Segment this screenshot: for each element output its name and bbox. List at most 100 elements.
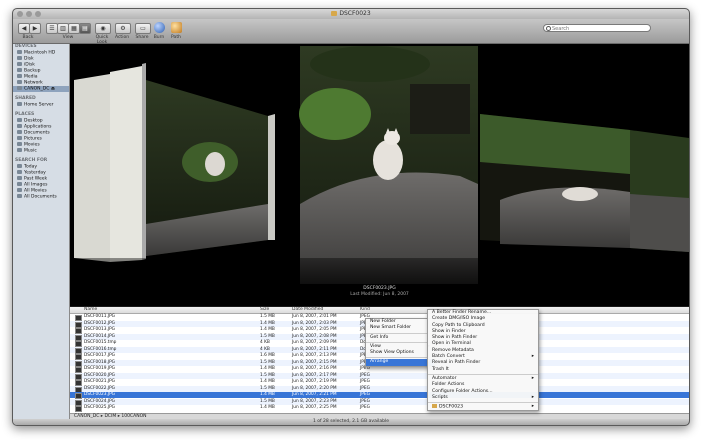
menu-item-show-view-options[interactable]: Show View Options [366, 350, 434, 356]
chevron-right-icon: ▸ [531, 404, 534, 410]
list-header: Name Size Date Modified Kind [70, 307, 689, 314]
cell-date: Jun 8, 2007, 2:15 PM [292, 359, 337, 365]
column-kind[interactable]: Kind [360, 307, 370, 313]
clock-icon [17, 164, 22, 168]
cell-date: Jun 8, 2007, 2:05 PM [292, 327, 337, 332]
cell-name: DSCF0020.JPG [84, 372, 115, 378]
cell-size: 4 KB [260, 340, 270, 345]
action-button[interactable]: ⚙ [115, 23, 131, 34]
column-name[interactable]: Name [84, 307, 97, 313]
eject-icon[interactable]: ⏏ [49, 87, 55, 92]
table-row[interactable]: DSCF0020.JPG 1.5 MB Jun 8, 2007, 2:17 PM JP… [70, 372, 689, 380]
quicklook-button[interactable]: ◉ [95, 23, 111, 34]
menu-item-new-smart-folder[interactable]: New Smart Folder [366, 325, 434, 331]
cell-date: Jun 8, 2007, 2:23 PM [292, 398, 337, 404]
table-row[interactable]: DSCF0023.JPG 1.4 MB Jun 8, 2007, 2:21 PM JP… [70, 392, 689, 399]
folder-icon [432, 404, 437, 409]
search-icon [546, 26, 551, 31]
cell-name: DSCF0011.JPG [84, 314, 115, 319]
cover-subtitle: Last Modified: Jun 8, 2007 [350, 292, 409, 297]
cell-size: 1.5 MB [260, 359, 275, 365]
cell-size: 1.4 MB [260, 392, 275, 397]
share-icon: ▭ [140, 25, 146, 32]
share-button[interactable]: ▭ [135, 23, 151, 34]
cell-name: DSCF0025.JPG [84, 405, 115, 410]
column-size[interactable]: Size [260, 307, 269, 313]
smart-folder-icon [17, 188, 22, 192]
submenu-item[interactable]: Trash It [428, 367, 538, 373]
sidebar-item-search[interactable]: All Documents [13, 194, 69, 200]
status-bar: 1 of 28 selected, 2.1 GB available [13, 419, 689, 425]
server-icon [17, 102, 22, 106]
coverflow-view-button[interactable]: ▤ [79, 23, 91, 34]
cell-size: 1.4 MB [260, 327, 275, 332]
cell-date: Jun 8, 2007, 2:11 PM [292, 346, 337, 352]
cell-kind: JPEG [360, 379, 370, 384]
cell-kind: JPEG [360, 398, 370, 404]
submenu-item-folder[interactable]: DSCF0023 ▸ [428, 404, 538, 410]
smart-folder-icon [17, 194, 22, 198]
finder-window: DSCF0023 ◀ ▶ ☰ ▥ ▦ ▤ ◉ ⚙ ▭ Back View Qui… [12, 8, 690, 426]
cell-name: DSCF0019.JPG [84, 366, 115, 371]
cover-right-photo[interactable] [480, 114, 689, 252]
cell-size: 1.5 MB [260, 333, 275, 339]
toolbar: ◀ ▶ ☰ ▥ ▦ ▤ ◉ ⚙ ▭ Back View Quick Look A… [13, 19, 689, 45]
cell-name: DSCF0014.JPG [84, 333, 115, 339]
cover-left-documents[interactable] [74, 63, 146, 262]
clock-icon [17, 170, 22, 174]
camera-card-icon [17, 86, 22, 90]
cell-date: Jun 8, 2007, 2:17 PM [292, 372, 337, 378]
path-icon[interactable] [171, 22, 182, 33]
applications-icon [17, 124, 22, 128]
path-label: Path [171, 35, 181, 40]
cell-kind: JPEG [360, 405, 370, 410]
cell-name: DSCF0021.JPG [84, 379, 115, 384]
hard-drive-icon [17, 62, 22, 66]
view-label: View [62, 35, 74, 40]
cell-size: 1.5 MB [260, 398, 275, 404]
cell-size: 4 KB [260, 346, 270, 352]
desktop-icon [17, 118, 22, 122]
menu-item-arrange[interactable]: Arrange▸ [366, 359, 434, 366]
menu-separator [366, 341, 434, 343]
table-row[interactable]: DSCF0024.JPG 1.5 MB Jun 8, 2007, 2:23 PM JP… [70, 398, 689, 406]
forward-button[interactable]: ▶ [29, 23, 41, 34]
cell-size: 1.5 MB [260, 314, 275, 319]
cell-name: DSCF0016.tmp [84, 346, 117, 352]
cell-date: Jun 8, 2007, 2:09 PM [292, 340, 337, 345]
menu-separator [428, 373, 538, 375]
cell-kind: JPEG [360, 372, 370, 378]
title-bar: DSCF0023 [13, 9, 689, 19]
menu-item-get-info[interactable]: Get Info [366, 335, 434, 341]
cover-flow[interactable]: DSCF0023.JPG Last Modified: Jun 8, 2007 [70, 44, 689, 306]
table-row[interactable]: DSCF0021.JPG 1.4 MB Jun 8, 2007, 2:19 PM JP… [70, 379, 689, 386]
back-label: Back [22, 35, 34, 40]
cell-date: Jun 8, 2007, 2:01 PM [292, 314, 337, 319]
table-row[interactable]: DSCF0019.JPG 1.4 MB Jun 8, 2007, 2:16 PM JP… [70, 366, 689, 373]
cell-date: Jun 8, 2007, 2:08 PM [292, 333, 337, 339]
cell-name: DSCF0017.JPG [84, 353, 115, 358]
window-title: DSCF0023 [339, 10, 371, 17]
cover-left-photo[interactable] [146, 80, 275, 256]
submenu-item[interactable]: Scripts ▸ [428, 395, 538, 401]
cover-center-photo[interactable] [299, 46, 478, 284]
table-row[interactable]: DSCF0022.JPG 1.5 MB Jun 8, 2007, 2:20 PM JP… [70, 385, 689, 393]
music-icon [17, 148, 22, 152]
cell-name: DSCF0015.tmp [84, 340, 117, 345]
cell-date: Jun 8, 2007, 2:13 PM [292, 353, 337, 358]
documents-icon [17, 130, 22, 134]
search-field[interactable]: Search [543, 24, 651, 32]
burn-icon[interactable] [154, 22, 165, 33]
column-date[interactable]: Date Modified [292, 307, 323, 313]
sidebar: DEVICES Macintosh HD Disk iDisk Backup M… [13, 44, 70, 425]
table-row[interactable]: DSCF0025.JPG 1.4 MB Jun 8, 2007, 2:25 PM JP… [70, 405, 689, 412]
context-menu: New Folder New Smart Folder Get Info Vie… [365, 318, 435, 367]
cell-kind: JPEG [360, 366, 370, 371]
cell-name: DSCF0024.JPG [84, 398, 115, 404]
hard-drive-icon [17, 68, 22, 72]
clock-icon [17, 176, 22, 180]
cell-name: DSCF0023.JPG [84, 392, 115, 397]
cell-name: DSCF0012.JPG [84, 320, 115, 326]
cell-date: Jun 8, 2007, 2:21 PM [292, 392, 337, 397]
pictures-icon [17, 136, 22, 140]
